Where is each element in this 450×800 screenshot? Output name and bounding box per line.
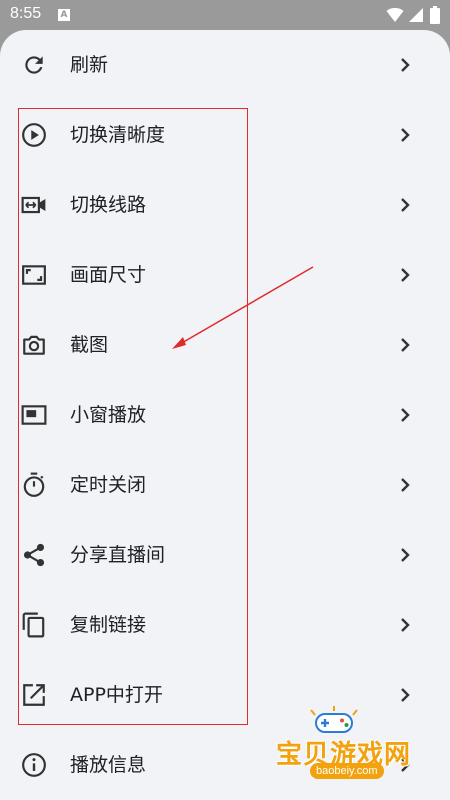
watermark: 宝贝游戏网 baobeiy.com (270, 700, 440, 790)
watermark-url: baobeiy.com (310, 763, 384, 779)
annotation-arrow (172, 266, 314, 349)
